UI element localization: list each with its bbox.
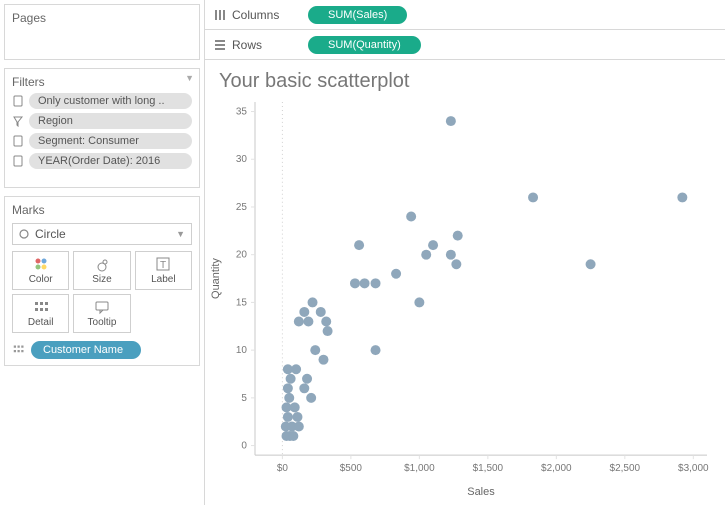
scatter-chart[interactable]: $0 $500 $1,000 $1,500 $2,000 $2,500 $3,000 0 5 10… [205, 96, 725, 505]
filters-title: Filters [12, 75, 45, 89]
rows-icon [214, 39, 226, 51]
svg-text:30: 30 [236, 154, 248, 165]
detail-label: Detail [28, 317, 54, 328]
filters-list: Only customer with long .. Region Segment:… [12, 93, 192, 169]
svg-text:T: T [160, 260, 166, 271]
columns-label: Columns [232, 8, 279, 22]
svg-text:10: 10 [236, 345, 248, 356]
chart-title[interactable]: Your basic scatterplot [205, 66, 725, 95]
marks-title: Marks [12, 203, 45, 217]
filter-pill[interactable]: YEAR(Order Date): 2016 [29, 153, 192, 169]
rows-pill[interactable]: SUM(Quantity) [308, 36, 421, 54]
label-label: Label [151, 274, 175, 285]
filter-pill[interactable]: Region [29, 113, 192, 129]
filter-row: Segment: Consumer [12, 133, 192, 149]
filter-icon [12, 115, 24, 127]
detail-pill-row: Customer Name [12, 341, 192, 359]
tooltip-label: Tooltip [88, 317, 117, 328]
filter-icon [12, 135, 24, 147]
svg-text:$1,500: $1,500 [473, 463, 504, 474]
filter-row: Region [12, 113, 192, 129]
pages-title: Pages [12, 11, 46, 25]
svg-text:Sales: Sales [467, 486, 495, 498]
pages-shelf[interactable]: Pages [4, 4, 200, 60]
svg-text:0: 0 [241, 441, 247, 452]
svg-text:$500: $500 [340, 463, 363, 474]
filter-row: Only customer with long .. [12, 93, 192, 109]
detail-icon [12, 344, 26, 356]
svg-text:15: 15 [236, 297, 248, 308]
customer-name-pill[interactable]: Customer Name [31, 341, 141, 359]
size-label: Size [92, 274, 111, 285]
columns-shelf[interactable]: Columns SUM(Sales) [205, 0, 725, 30]
tableau-worksheet: Pages Filters ▼ Only customer with long … [0, 0, 725, 505]
label-button[interactable]: T Label [135, 251, 192, 290]
svg-text:$1,000: $1,000 [404, 463, 435, 474]
tooltip-icon [94, 299, 110, 315]
filter-row: YEAR(Order Date): 2016 [12, 153, 192, 169]
circle-icon [19, 229, 29, 239]
viz-area: Your basic scatterplot $0 $500 $1,000 $1,50… [205, 60, 725, 505]
svg-text:20: 20 [236, 250, 248, 261]
svg-text:$2,000: $2,000 [541, 463, 572, 474]
main-area: Columns SUM(Sales) Rows SUM(Quantity) Yo… [205, 0, 725, 505]
color-icon [33, 256, 49, 272]
side-panel: Pages Filters ▼ Only customer with long … [0, 0, 205, 505]
chevron-down-icon[interactable]: ▼ [185, 73, 194, 83]
marks-card: Marks Circle ▼ Color Size T Label [4, 196, 200, 366]
rows-label: Rows [232, 38, 262, 52]
svg-text:Quantity: Quantity [210, 258, 222, 299]
filter-pill[interactable]: Only customer with long .. [29, 93, 192, 109]
color-button[interactable]: Color [12, 251, 69, 290]
filter-icon [12, 155, 24, 167]
empty-slot [135, 294, 192, 333]
label-icon: T [155, 256, 171, 272]
mark-type-dropdown[interactable]: Circle ▼ [12, 223, 192, 245]
filter-icon [12, 95, 24, 107]
filter-pill[interactable]: Segment: Consumer [29, 133, 192, 149]
detail-icon [33, 299, 49, 315]
svg-text:$0: $0 [277, 463, 289, 474]
size-icon [94, 256, 110, 272]
color-label: Color [29, 274, 53, 285]
size-button[interactable]: Size [73, 251, 130, 290]
svg-text:$2,500: $2,500 [610, 463, 641, 474]
rows-shelf[interactable]: Rows SUM(Quantity) [205, 30, 725, 60]
svg-text:5: 5 [241, 393, 247, 404]
svg-text:25: 25 [236, 202, 248, 213]
svg-text:$3,000: $3,000 [678, 463, 709, 474]
tooltip-button[interactable]: Tooltip [73, 294, 130, 333]
caret-down-icon: ▼ [176, 229, 185, 239]
svg-text:35: 35 [236, 107, 248, 118]
filters-shelf[interactable]: Filters ▼ Only customer with long .. Regi… [4, 68, 200, 188]
columns-pill[interactable]: SUM(Sales) [308, 6, 407, 24]
columns-icon [214, 9, 226, 21]
mark-type-label: Circle [35, 227, 66, 241]
detail-button[interactable]: Detail [12, 294, 69, 333]
